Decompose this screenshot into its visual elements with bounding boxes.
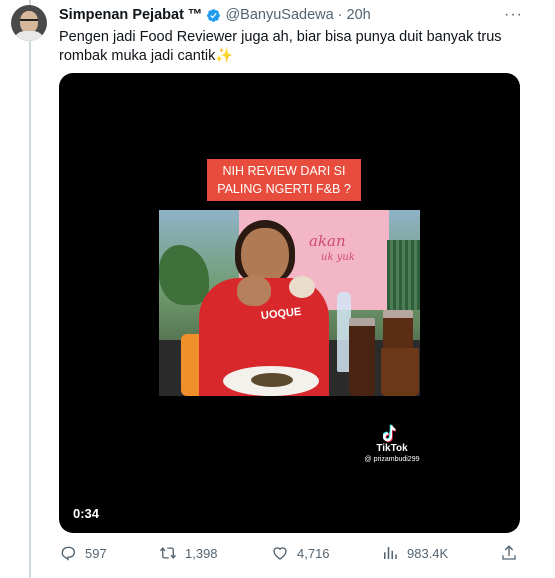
tiktok-username: @ prizambudi299	[364, 456, 420, 463]
verified-badge-icon	[206, 8, 221, 23]
tweet-text-main: Pengen jadi Food Reviewer juga ah, biar …	[59, 29, 502, 64]
video-frame: akan uk yuk UOQUE	[159, 210, 420, 396]
tweet-text: Pengen jadi Food Reviewer juga ah, biar …	[59, 28, 519, 66]
share-button[interactable]	[500, 543, 518, 563]
frame-plate-food	[251, 373, 293, 387]
reply-icon	[61, 546, 75, 561]
video-caption: NIH REVIEW DARI SI PALING NGERTI F&B ?	[207, 159, 361, 201]
tiktok-label: TikTok	[376, 443, 408, 454]
more-icon[interactable]: ···	[504, 6, 522, 24]
tweet[interactable]: Simpenan Pejabat ™ @BanyuSadewa · 20h ··…	[0, 0, 555, 578]
frame-glass	[349, 318, 375, 396]
avatar-shirt	[13, 31, 45, 41]
views-button[interactable]: 983.4K	[381, 543, 448, 563]
tweet-header: Simpenan Pejabat ™ @BanyuSadewa · 20h	[59, 6, 371, 24]
video-caption-line2: PALING NGERTI F&B ?	[217, 182, 351, 196]
video-caption-line1: NIH REVIEW DARI SI	[222, 164, 346, 178]
avatar[interactable]	[11, 5, 47, 41]
retweet-count: 1,398	[185, 545, 218, 561]
frame-glass	[381, 348, 419, 396]
author-name[interactable]: Simpenan Pejabat ™	[59, 7, 202, 23]
frame-green-railing	[387, 240, 420, 310]
reply-count: 597	[85, 545, 107, 561]
share-icon	[502, 545, 516, 560]
sparkles-emoji: ✨	[215, 48, 234, 64]
separator-dot: ·	[337, 7, 343, 23]
like-button[interactable]: 4,716	[271, 543, 330, 563]
reply-button[interactable]: 597	[59, 543, 107, 563]
like-count: 4,716	[297, 545, 330, 561]
heart-icon	[273, 547, 287, 560]
retweet-icon	[159, 547, 177, 559]
frame-food	[289, 276, 315, 298]
tiktok-watermark: TikTok @ prizambudi299	[357, 423, 427, 464]
tweet-time[interactable]: 20h	[347, 7, 371, 23]
avatar-glasses	[20, 19, 38, 26]
views-icon	[384, 547, 397, 559]
retweet-button[interactable]: 1,398	[159, 543, 218, 563]
video-player[interactable]: NIH REVIEW DARI SI PALING NGERTI F&B ? a…	[59, 73, 520, 533]
tiktok-logo-icon	[383, 424, 397, 443]
action-bar: 597 1,398 4,716 983.4K	[59, 543, 519, 563]
frame-person-hand	[237, 276, 271, 306]
video-duration: 0:34	[73, 506, 100, 521]
author-handle[interactable]: @BanyuSadewa	[225, 7, 333, 23]
view-count: 983.4K	[407, 545, 449, 561]
